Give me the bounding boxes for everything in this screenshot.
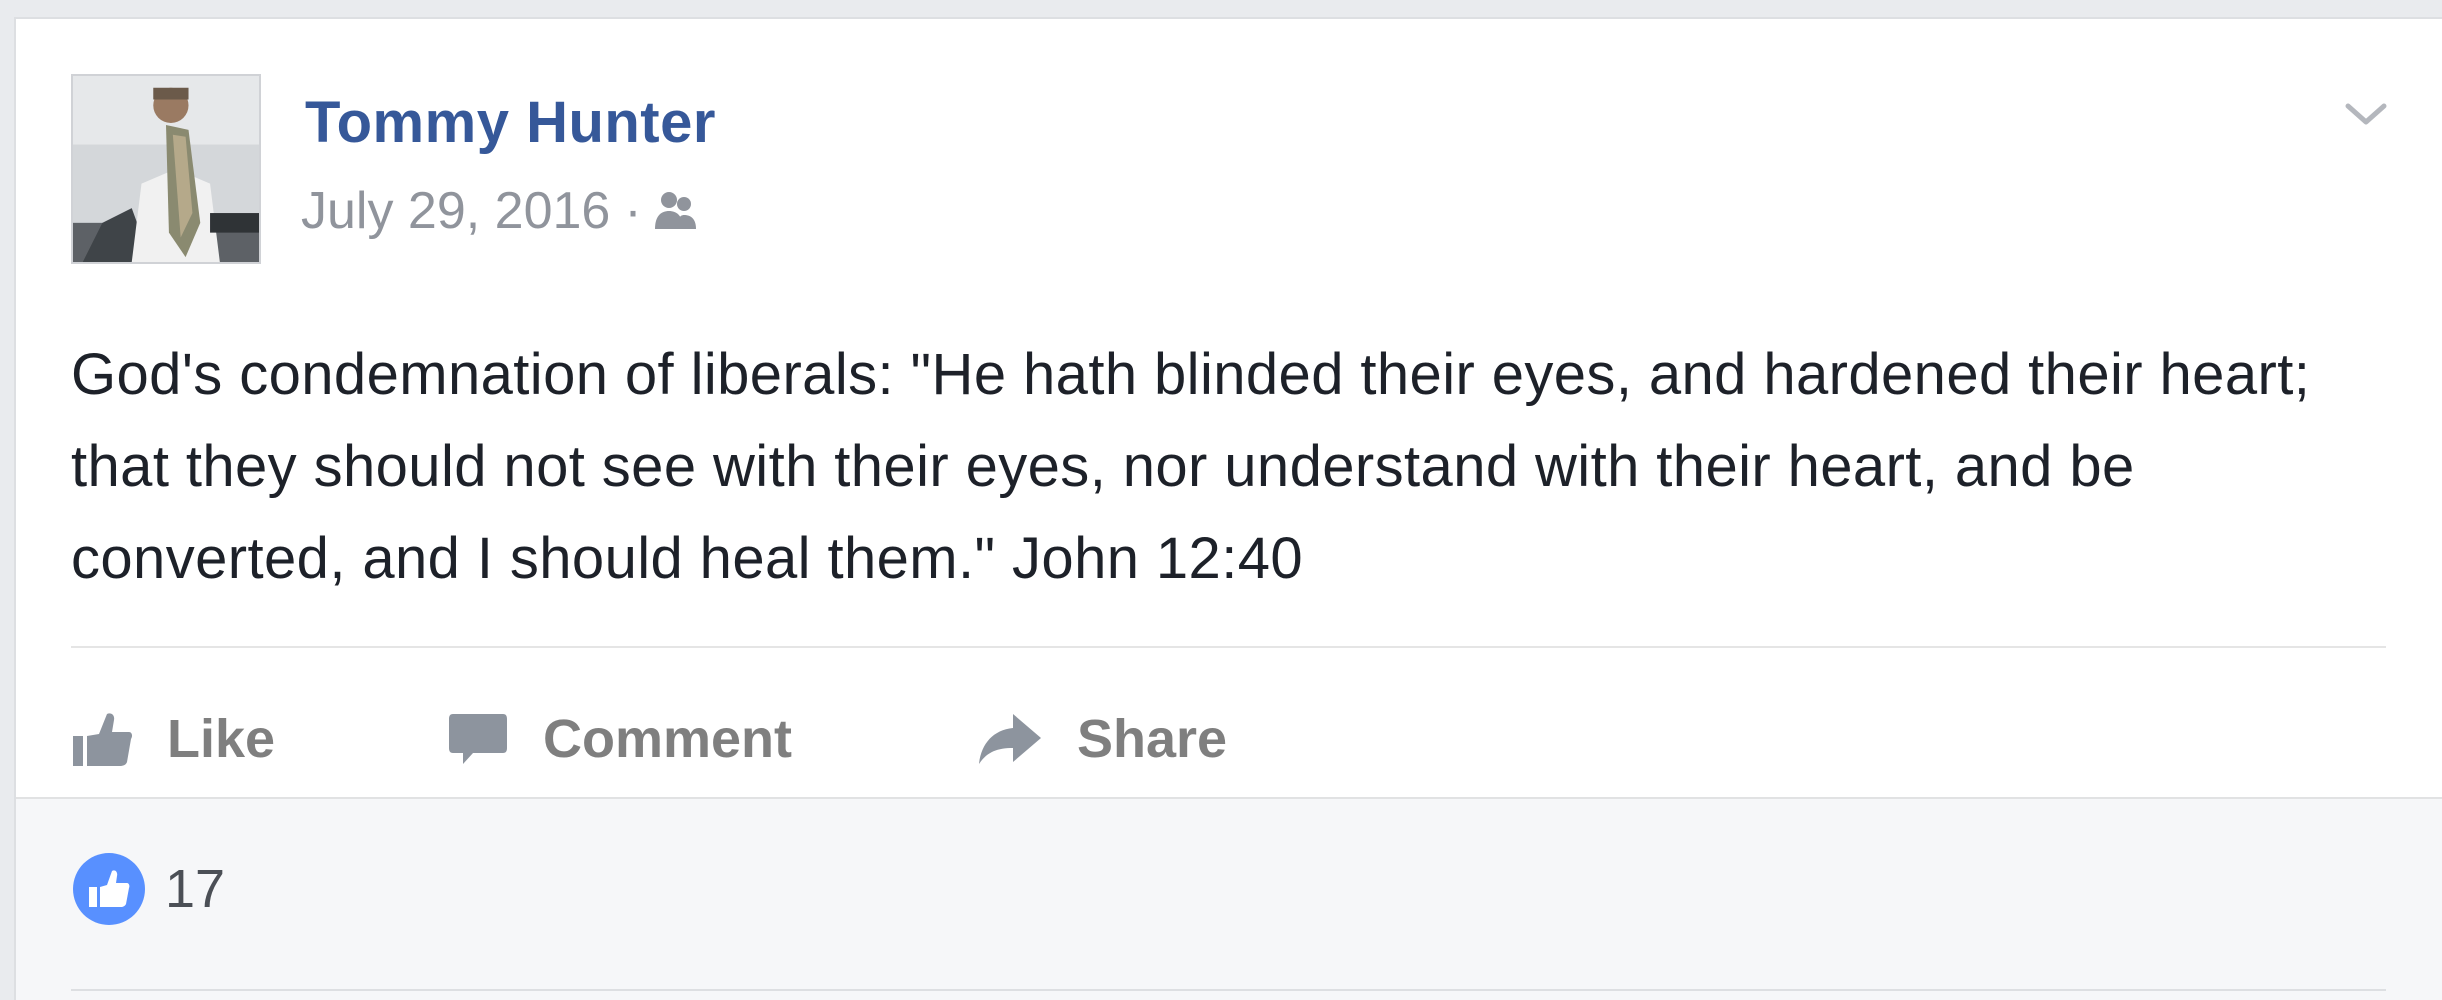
meta-separator: · — [624, 182, 642, 240]
post-date-link[interactable]: July 29, 2016 — [301, 181, 610, 241]
post-actions: Like Comment Share — [71, 689, 1227, 789]
post-text: God's condemnation of liberals: "He hath… — [71, 342, 2311, 591]
like-label: Like — [167, 709, 276, 769]
thumbs-up-icon — [73, 713, 133, 766]
footer-divider — [71, 989, 2386, 991]
comment-label: Comment — [543, 709, 793, 769]
author-name-link[interactable]: Tommy Hunter — [305, 89, 716, 156]
like-button[interactable]: Like — [71, 708, 447, 770]
actions-divider — [71, 646, 2386, 648]
author-avatar[interactable] — [71, 74, 261, 264]
reaction-summary[interactable]: 17 — [71, 851, 225, 927]
post-meta: July 29, 2016 · — [301, 181, 702, 241]
friends-icon[interactable] — [650, 185, 702, 237]
share-label: Share — [1077, 709, 1228, 769]
avatar-photo — [73, 76, 259, 262]
like-reaction-icon — [73, 853, 145, 925]
share-arrow-icon — [979, 714, 1041, 764]
post-card: Tommy Hunter July 29, 2016 · God's conde… — [14, 17, 2442, 1000]
comment-bubble-icon — [449, 714, 507, 764]
comment-button[interactable]: Comment — [447, 708, 977, 770]
reaction-count: 17 — [165, 859, 226, 919]
chevron-down-icon[interactable] — [2336, 89, 2396, 139]
post-footer: 17 — [16, 797, 2442, 1000]
share-button[interactable]: Share — [977, 708, 1227, 770]
